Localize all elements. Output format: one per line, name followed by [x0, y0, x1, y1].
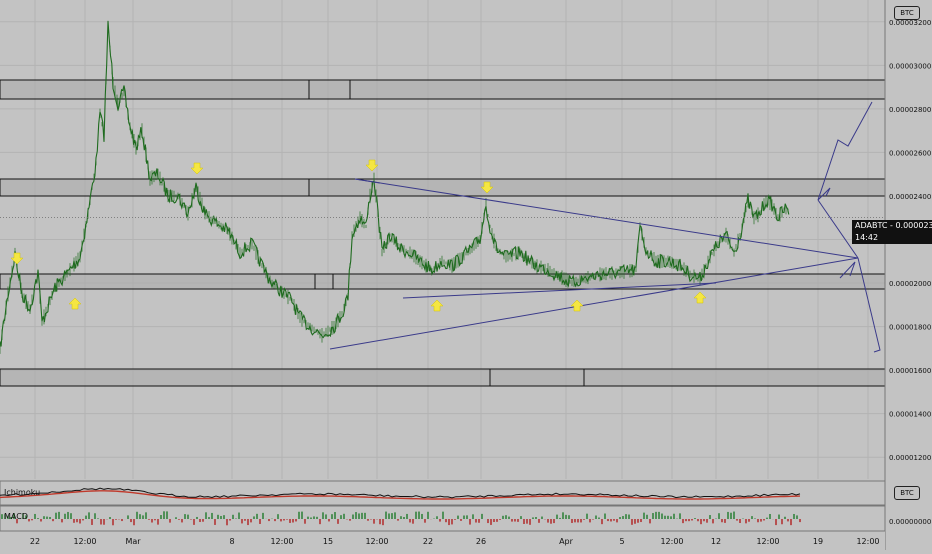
x-tick-label: 12	[711, 537, 721, 546]
arrow-down-icon[interactable]	[190, 162, 204, 175]
bearish-projection[interactable]	[857, 257, 881, 353]
y-tick-label: 0.00002600	[889, 149, 931, 157]
sr-zone[interactable]	[0, 178, 886, 197]
x-tick-label: 12:00	[365, 537, 388, 546]
y-tick-label: 0.00002000	[889, 280, 931, 288]
x-tick-label: 19	[813, 537, 823, 546]
price-chart[interactable]: 0.000032000.000030000.000028000.00002600…	[0, 0, 932, 550]
y-tick-label: 0.00001800	[889, 324, 931, 332]
x-tick-label: 22	[423, 537, 433, 546]
chart-root[interactable]: 0.00003200 0.00003000 0.00002800 0.00002600…	[0, 0, 932, 550]
currency-chip-main[interactable]: BTC	[894, 6, 920, 20]
sr-zone[interactable]	[0, 368, 886, 387]
arrow-down-icon[interactable]	[365, 159, 379, 172]
y-tick-label: 0.00001400	[889, 411, 931, 419]
x-tick-label: 12:00	[270, 537, 293, 546]
arrow-up-icon[interactable]	[693, 291, 707, 304]
y-tick-label: 0.00003000	[889, 62, 931, 70]
arrow-up-icon[interactable]	[570, 299, 584, 312]
x-tick-label: 12:00	[756, 537, 779, 546]
macd-label[interactable]: MACD	[4, 512, 28, 521]
x-tick-label: 26	[476, 537, 486, 546]
sr-zone[interactable]	[0, 79, 886, 100]
x-tick-label: 12:00	[856, 537, 879, 546]
macd-zero-label: 0.00000000	[889, 518, 931, 526]
ichimoku-label[interactable]: Ichimoku	[4, 488, 40, 497]
x-tick-label: 15	[323, 537, 333, 546]
x-tick-label: 8	[229, 537, 234, 546]
last-price-value: 0.00002301	[895, 221, 932, 230]
y-tick-label: 0.00001200	[889, 454, 931, 462]
x-tick-label: 5	[619, 537, 624, 546]
x-tick-label: Mar	[125, 537, 141, 546]
arrow-down-icon[interactable]	[10, 252, 24, 265]
arrow-up-icon[interactable]	[68, 297, 82, 310]
bar-countdown: 14:42	[855, 233, 879, 242]
x-tick-label: 12:00	[660, 537, 683, 546]
y-tick-label: 0.00001600	[889, 367, 931, 375]
x-tick-label: Apr	[559, 537, 574, 546]
symbol-label: ADABTC	[855, 221, 888, 230]
last-price-badge: ADABTC - 0.00002301 14:42	[852, 220, 932, 244]
trendline[interactable]	[329, 257, 859, 350]
currency-chip-ichimoku[interactable]: BTC	[894, 486, 920, 500]
y-tick-label: 0.00002400	[889, 193, 931, 201]
x-tick-label: 22	[30, 537, 40, 546]
y-tick-label: 0.00002800	[889, 106, 931, 114]
arrow-up-icon[interactable]	[430, 299, 444, 312]
x-tick-label: 12:00	[73, 537, 96, 546]
price-axis[interactable]	[885, 0, 932, 550]
